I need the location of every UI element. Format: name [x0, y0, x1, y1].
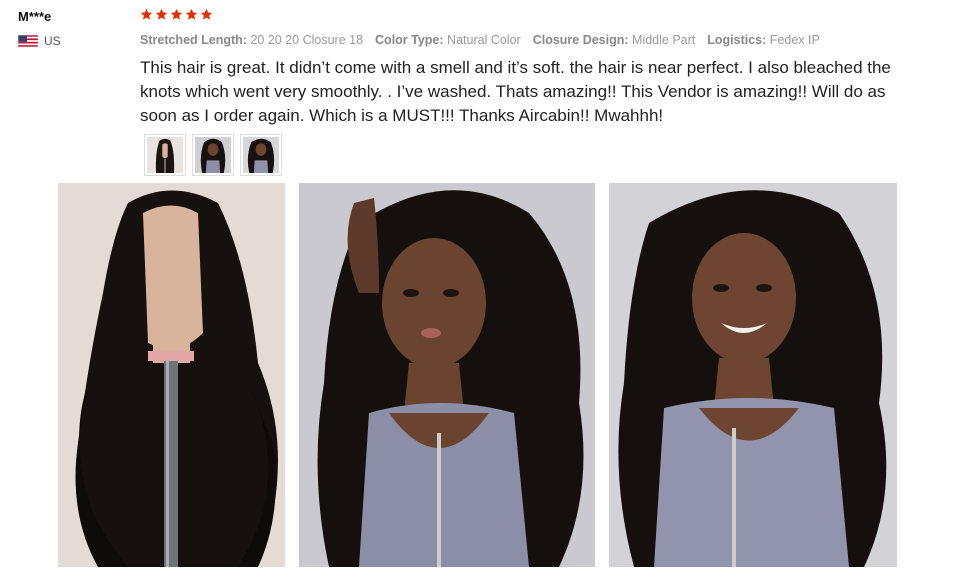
model-smiling-photo-icon — [609, 183, 897, 567]
attribute-stretched-length: Stretched Length: 20 20 20 Closure 18 — [140, 33, 363, 47]
star-icon — [185, 8, 198, 20]
attribute-color-type: Color Type: Natural Color — [375, 33, 521, 47]
review-card: M***e US Stretched Length: 20 20 20 Clos… — [0, 0, 960, 577]
model-wearing-wig-thumbnail-icon — [195, 137, 231, 173]
order-attributes: Stretched Length: 20 20 20 Closure 18 Co… — [140, 33, 820, 47]
attribute-closure-design: Closure Design: Middle Part — [533, 33, 696, 47]
attribute-value: 20 20 20 Closure 18 — [250, 33, 364, 47]
review-photo-2[interactable] — [299, 183, 595, 567]
attribute-label: Color Type: — [375, 33, 444, 47]
attribute-label: Logistics: — [707, 33, 767, 47]
thumbnail-strip — [144, 134, 282, 176]
buyer-country-label: US — [44, 34, 61, 48]
attribute-label: Closure Design: — [532, 33, 629, 47]
star-rating — [140, 8, 213, 21]
thumbnail-1[interactable] — [144, 134, 186, 176]
model-smiling-thumbnail-icon — [243, 137, 279, 173]
buyer-name: M***e — [18, 9, 52, 24]
attribute-label: Stretched Length: — [140, 33, 247, 47]
review-photo-3[interactable] — [609, 183, 897, 567]
attribute-logistics: Logistics: Fedex IP — [707, 33, 820, 47]
us-flag-icon — [18, 35, 38, 47]
star-icon — [200, 8, 213, 20]
star-icon — [155, 8, 168, 20]
buyer-country: US — [18, 34, 61, 48]
model-wearing-wig-photo-icon — [299, 183, 595, 567]
wig-on-mannequin-thumbnail-icon — [147, 137, 183, 173]
star-icon — [140, 8, 153, 20]
thumbnail-3[interactable] — [240, 134, 282, 176]
review-photo-1[interactable] — [58, 183, 285, 567]
wig-on-mannequin-photo-icon — [58, 183, 285, 567]
attribute-value: Natural Color — [447, 33, 521, 47]
attribute-value: Fedex IP — [769, 33, 820, 47]
review-text: This hair is great. It didn’t come with … — [140, 58, 891, 125]
star-icon — [170, 8, 183, 20]
attribute-value: Middle Part — [632, 33, 696, 47]
thumbnail-2[interactable] — [192, 134, 234, 176]
